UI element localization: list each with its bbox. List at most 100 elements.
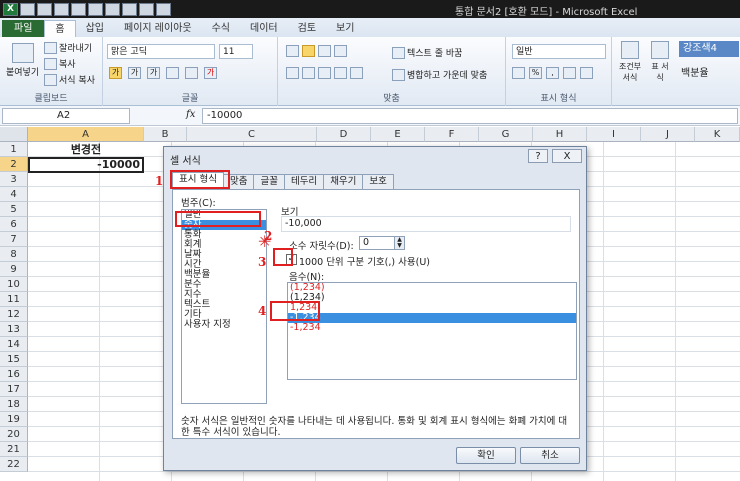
close-button[interactable]: X xyxy=(552,149,582,163)
tab-file[interactable]: 파일 xyxy=(2,20,45,37)
align-middle-icon[interactable] xyxy=(302,45,315,57)
decrease-indent-icon[interactable] xyxy=(334,67,347,79)
list-item[interactable]: 사용자 지정 xyxy=(182,320,266,330)
row-header-16[interactable]: 16 xyxy=(0,367,28,382)
row-header-4[interactable]: 4 xyxy=(0,187,28,202)
thousands-separator-label[interactable]: 1000 단위 구분 기호(,) 사용(U) xyxy=(299,254,430,268)
increase-indent-icon[interactable] xyxy=(350,67,363,79)
column-header-j[interactable]: J xyxy=(641,127,695,142)
row-header-5[interactable]: 5 xyxy=(0,202,28,217)
comma-style-icon[interactable]: , xyxy=(546,67,559,79)
cut-button[interactable]: 잘라내기 xyxy=(44,41,92,54)
tab-fill[interactable]: 채우기 xyxy=(323,174,364,189)
row-header-18[interactable]: 18 xyxy=(0,397,28,412)
list-item[interactable]: (1,234) xyxy=(288,293,576,303)
font-size-select[interactable]: 11 xyxy=(219,44,253,59)
column-header-k[interactable]: K xyxy=(695,127,740,142)
fill-color-icon[interactable] xyxy=(185,67,198,79)
ok-button[interactable]: 확인 xyxy=(456,447,516,464)
tab-review[interactable]: 검토 xyxy=(288,20,326,37)
tab-page-layout[interactable]: 페이지 레이아웃 xyxy=(114,20,202,37)
select-all-corner[interactable] xyxy=(0,127,28,142)
column-header-h[interactable]: H xyxy=(533,127,587,142)
row-header-1[interactable]: 1 xyxy=(0,142,28,157)
list-item[interactable]: -1,234 xyxy=(288,323,576,333)
list-item[interactable]: -1,234 xyxy=(288,313,576,323)
list-item[interactable]: 1,234 xyxy=(288,303,576,313)
increase-decimal-icon[interactable] xyxy=(563,67,576,79)
align-right-icon[interactable] xyxy=(318,67,331,79)
format-as-table-button[interactable]: 표 서식 xyxy=(648,41,672,83)
customize-qat-icon[interactable] xyxy=(156,2,171,16)
row-header-7[interactable]: 7 xyxy=(0,232,28,247)
number-format-select[interactable]: 일반 xyxy=(512,44,606,59)
row-header-12[interactable]: 12 xyxy=(0,307,28,322)
row-header-13[interactable]: 13 xyxy=(0,322,28,337)
formula-input[interactable]: -10000 xyxy=(202,108,738,124)
column-header-i[interactable]: I xyxy=(587,127,641,142)
border-icon[interactable] xyxy=(166,67,179,79)
insert-function-icon[interactable]: fx xyxy=(186,109,195,120)
row-header-20[interactable]: 20 xyxy=(0,427,28,442)
align-center-icon[interactable] xyxy=(302,67,315,79)
row-header-10[interactable]: 10 xyxy=(0,277,28,292)
conditional-format-button[interactable]: 조건부 서식 xyxy=(618,41,642,83)
row-header-19[interactable]: 19 xyxy=(0,412,28,427)
copy-button[interactable]: 복사 xyxy=(44,57,76,70)
column-header-f[interactable]: F xyxy=(425,127,479,142)
align-top-icon[interactable] xyxy=(286,45,299,57)
paste-button[interactable]: 붙여넣기 xyxy=(6,43,39,78)
preview-icon[interactable] xyxy=(88,2,103,16)
column-header-e[interactable]: E xyxy=(371,127,425,142)
column-header-c[interactable]: C xyxy=(187,127,317,142)
cell-a1[interactable]: 변경전 xyxy=(28,142,144,157)
accounting-icon[interactable] xyxy=(512,67,525,79)
redo-icon[interactable] xyxy=(54,2,69,16)
row-header-22[interactable]: 22 xyxy=(0,457,28,472)
tab-formulas[interactable]: 수식 xyxy=(202,20,240,37)
wrap-text-button[interactable]: 텍스트 줄 바꿈 xyxy=(392,46,462,59)
tab-insert[interactable]: 삽입 xyxy=(76,20,114,37)
spinner-arrows-icon[interactable]: ▲ ▼ xyxy=(394,237,404,249)
column-header-b[interactable]: B xyxy=(144,127,187,142)
chart-icon[interactable] xyxy=(105,2,120,16)
row-header-17[interactable]: 17 xyxy=(0,382,28,397)
row-header-15[interactable]: 15 xyxy=(0,352,28,367)
tab-border[interactable]: 테두리 xyxy=(283,174,325,189)
style-accent4[interactable]: 강조색4 xyxy=(679,41,739,57)
row-header-6[interactable]: 6 xyxy=(0,217,28,232)
tab-protection[interactable]: 보호 xyxy=(362,174,394,189)
column-header-d[interactable]: D xyxy=(317,127,371,142)
row-header-14[interactable]: 14 xyxy=(0,337,28,352)
tab-data[interactable]: 데이터 xyxy=(240,20,288,37)
row-header-3[interactable]: 3 xyxy=(0,172,28,187)
tab-font[interactable]: 글꼴 xyxy=(253,174,285,189)
format-painter-button[interactable]: 서식 복사 xyxy=(44,73,95,86)
undo-icon[interactable] xyxy=(37,2,52,16)
name-box[interactable]: A2 xyxy=(2,108,130,124)
percent-icon[interactable]: % xyxy=(529,67,542,79)
print-icon[interactable] xyxy=(71,2,86,16)
align-left-icon[interactable] xyxy=(286,67,299,79)
align-bottom-icon[interactable] xyxy=(318,45,331,57)
column-header-g[interactable]: G xyxy=(479,127,533,142)
sort-icon[interactable] xyxy=(122,2,137,16)
decimal-places-spinner[interactable]: 0 ▲ ▼ xyxy=(359,236,405,250)
italic-button[interactable]: 가 xyxy=(128,67,141,79)
save-icon[interactable] xyxy=(20,2,35,16)
column-header-a[interactable]: A xyxy=(28,127,144,142)
bold-button[interactable]: 가 xyxy=(109,67,122,79)
list-item[interactable]: (1,234) xyxy=(288,283,576,293)
cancel-button[interactable]: 취소 xyxy=(520,447,580,464)
filter-icon[interactable] xyxy=(139,2,154,16)
font-color-icon[interactable]: 가 xyxy=(204,67,217,79)
row-header-11[interactable]: 11 xyxy=(0,292,28,307)
underline-button[interactable]: 가 xyxy=(147,67,160,79)
row-header-9[interactable]: 9 xyxy=(0,262,28,277)
row-header-21[interactable]: 21 xyxy=(0,442,28,457)
font-name-select[interactable]: 맑은 고딕 xyxy=(107,44,215,59)
negative-numbers-list[interactable]: (1,234) (1,234) 1,234 -1,234 -1,234 xyxy=(287,282,577,380)
row-header-2[interactable]: 2 xyxy=(0,157,28,172)
decrease-decimal-icon[interactable] xyxy=(580,67,593,79)
row-header-8[interactable]: 8 xyxy=(0,247,28,262)
